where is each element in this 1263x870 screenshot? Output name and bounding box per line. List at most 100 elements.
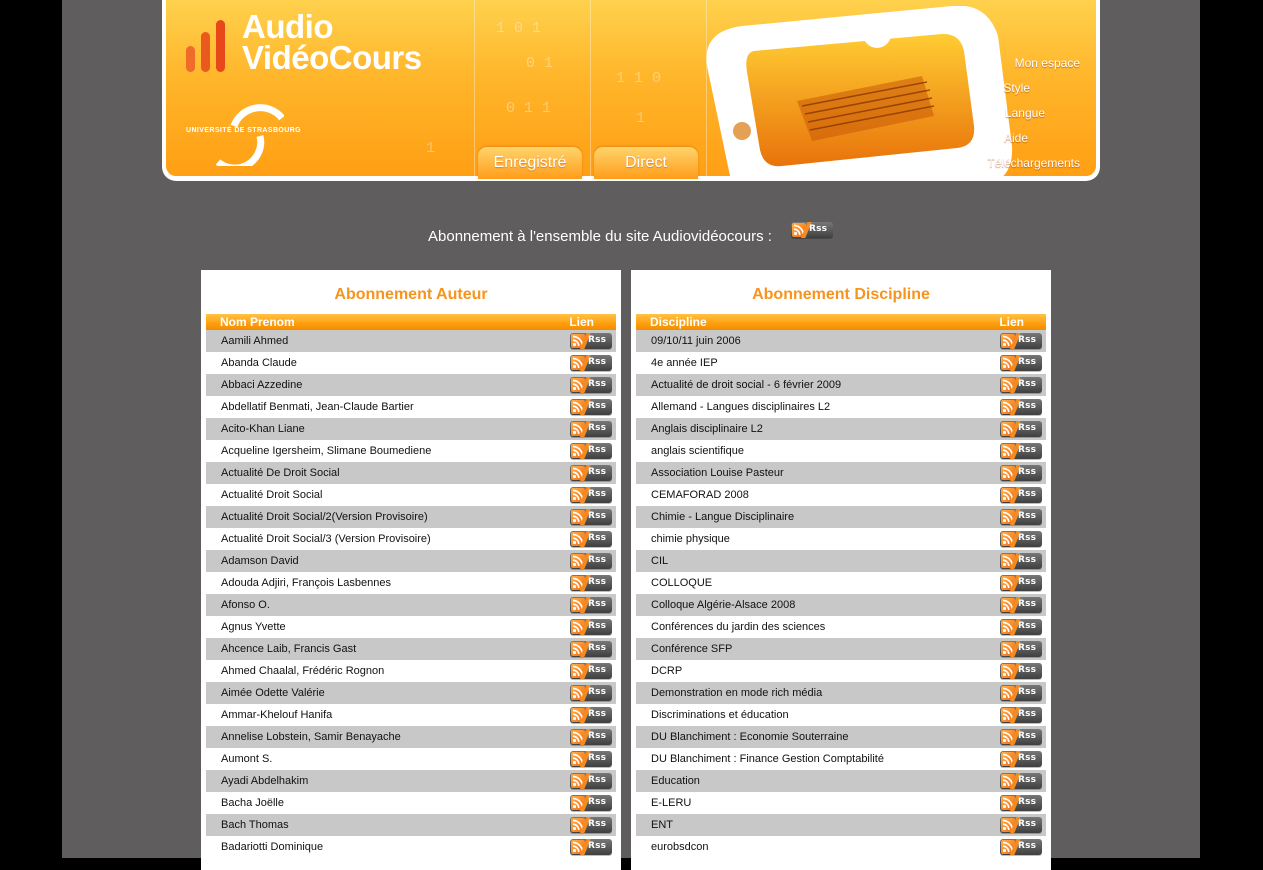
rss-subscribe-button[interactable]: Rss bbox=[570, 663, 612, 679]
rss-label: Rss bbox=[588, 621, 607, 631]
rss-subscribe-button[interactable]: Rss bbox=[570, 817, 612, 833]
menu-style[interactable]: Style bbox=[1003, 81, 1030, 95]
menu-aide[interactable]: Aide bbox=[1004, 131, 1028, 145]
rss-subscribe-button[interactable]: Rss bbox=[570, 641, 612, 657]
rss-subscribe-button[interactable]: Rss bbox=[1000, 795, 1042, 811]
rss-label: Rss bbox=[1018, 841, 1037, 851]
row-label: Association Louise Pasteur bbox=[651, 467, 784, 479]
rss-subscribe-button[interactable]: Rss bbox=[1000, 817, 1042, 833]
rss-subscribe-button[interactable]: Rss bbox=[570, 575, 612, 591]
rss-subscribe-button[interactable]: Rss bbox=[570, 333, 612, 349]
rss-link-cell: Rss bbox=[570, 509, 612, 528]
site-logo[interactable]: Audio VidéoCours bbox=[242, 10, 422, 74]
table-row: Conférences du jardin des sciences Rss bbox=[636, 616, 1046, 638]
rss-link-cell: Rss bbox=[1000, 707, 1042, 726]
rss-label: Rss bbox=[588, 489, 607, 499]
discipline-panel-title: Abonnement Discipline bbox=[752, 286, 930, 303]
rss-label: Rss bbox=[588, 687, 607, 697]
rss-subscribe-button[interactable]: Rss bbox=[1000, 839, 1042, 855]
rss-link-cell: Rss bbox=[570, 597, 612, 616]
rss-subscribe-button[interactable]: Rss bbox=[570, 729, 612, 745]
table-row: DCRP Rss bbox=[636, 660, 1046, 682]
rss-label: Rss bbox=[1018, 511, 1037, 521]
table-row: Actualité De Droit Social Rss bbox=[206, 462, 616, 484]
rss-subscribe-button[interactable]: Rss bbox=[1000, 333, 1042, 349]
rss-subscribe-button[interactable]: Rss bbox=[570, 597, 612, 613]
row-label: Allemand - Langues disciplinaires L2 bbox=[651, 401, 831, 413]
site-rss-button[interactable]: Rss bbox=[791, 222, 833, 238]
rss-subscribe-button[interactable]: Rss bbox=[1000, 509, 1042, 525]
rss-subscribe-button[interactable]: Rss bbox=[1000, 729, 1042, 745]
rss-subscribe-button[interactable]: Rss bbox=[570, 399, 612, 415]
table-row: E-LERU Rss bbox=[636, 792, 1046, 814]
rss-subscribe-button[interactable]: Rss bbox=[570, 553, 612, 569]
rss-subscribe-button[interactable]: Rss bbox=[570, 685, 612, 701]
row-label: anglais scientifique bbox=[651, 445, 744, 457]
menu-mon-espace[interactable]: Mon espace bbox=[1015, 56, 1080, 70]
table-row: Abanda Claude Rss bbox=[206, 352, 616, 374]
rss-link-cell: Rss bbox=[1000, 597, 1042, 616]
rss-subscribe-button[interactable]: Rss bbox=[1000, 773, 1042, 789]
rss-link-cell: Rss bbox=[1000, 355, 1042, 374]
rss-subscribe-button[interactable]: Rss bbox=[1000, 487, 1042, 503]
rss-subscribe-button[interactable]: Rss bbox=[1000, 751, 1042, 767]
row-label: CIL bbox=[651, 555, 669, 567]
row-label: Colloque Algérie-Alsace 2008 bbox=[651, 599, 796, 611]
rss-link-cell: Rss bbox=[570, 729, 612, 748]
rss-subscribe-button[interactable]: Rss bbox=[570, 795, 612, 811]
rss-link-cell: Rss bbox=[570, 333, 612, 352]
row-label: Chimie - Langue Disciplinaire bbox=[651, 511, 795, 523]
rss-label: Rss bbox=[588, 753, 607, 763]
table-row: Agnus Yvette Rss bbox=[206, 616, 616, 638]
table-row: Ammar-Khelouf Hanifa Rss bbox=[206, 704, 616, 726]
rss-label: Rss bbox=[1018, 687, 1037, 697]
rss-subscribe-button[interactable]: Rss bbox=[1000, 399, 1042, 415]
table-row: Allemand - Langues disciplinaires L2 Rss bbox=[636, 396, 1046, 418]
rss-link-cell: Rss bbox=[570, 619, 612, 638]
rss-subscribe-button[interactable]: Rss bbox=[570, 355, 612, 371]
rss-subscribe-button[interactable]: Rss bbox=[1000, 707, 1042, 723]
rss-subscribe-button[interactable]: Rss bbox=[1000, 465, 1042, 481]
tab-direct[interactable]: Direct bbox=[594, 147, 698, 179]
rss-subscribe-button[interactable]: Rss bbox=[570, 509, 612, 525]
rss-link-cell: Rss bbox=[570, 751, 612, 770]
rss-subscribe-button[interactable]: Rss bbox=[570, 465, 612, 481]
menu-langue[interactable]: Langue bbox=[1005, 106, 1045, 120]
row-label: Conférence SFP bbox=[651, 643, 733, 655]
rss-subscribe-button[interactable]: Rss bbox=[1000, 685, 1042, 701]
rss-subscribe-button[interactable]: Rss bbox=[570, 443, 612, 459]
tab-enregistre[interactable]: Enregistré bbox=[478, 147, 582, 179]
rss-subscribe-button[interactable]: Rss bbox=[570, 619, 612, 635]
rss-subscribe-button[interactable]: Rss bbox=[570, 421, 612, 437]
rss-subscribe-button[interactable]: Rss bbox=[570, 839, 612, 855]
rss-subscribe-button[interactable]: Rss bbox=[1000, 575, 1042, 591]
rss-subscribe-button[interactable]: Rss bbox=[1000, 619, 1042, 635]
rss-subscribe-button[interactable]: Rss bbox=[1000, 443, 1042, 459]
rss-subscribe-button[interactable]: Rss bbox=[1000, 355, 1042, 371]
row-label: Abanda Claude bbox=[221, 357, 297, 369]
row-label: ENT bbox=[651, 819, 673, 831]
rss-subscribe-button[interactable]: Rss bbox=[1000, 421, 1042, 437]
table-row: Actualité Droit Social Rss bbox=[206, 484, 616, 506]
rss-label: Rss bbox=[1018, 819, 1037, 829]
rss-subscribe-button[interactable]: Rss bbox=[1000, 553, 1042, 569]
rss-subscribe-button[interactable]: Rss bbox=[570, 377, 612, 393]
rss-link-cell: Rss bbox=[1000, 553, 1042, 572]
row-label: Education bbox=[651, 775, 700, 787]
rss-subscribe-button[interactable]: Rss bbox=[570, 751, 612, 767]
rss-subscribe-button[interactable]: Rss bbox=[1000, 377, 1042, 393]
rss-subscribe-button[interactable]: Rss bbox=[1000, 663, 1042, 679]
rss-subscribe-button[interactable]: Rss bbox=[1000, 531, 1042, 547]
rss-subscribe-button[interactable]: Rss bbox=[570, 487, 612, 503]
table-row: Actualité Droit Social/2(Version Proviso… bbox=[206, 506, 616, 528]
rss-label: Rss bbox=[1018, 621, 1037, 631]
rss-subscribe-button[interactable]: Rss bbox=[1000, 641, 1042, 657]
rss-label: Rss bbox=[1018, 577, 1037, 587]
menu-telechargements[interactable]: Téléchargements bbox=[987, 156, 1080, 170]
rss-subscribe-button[interactable]: Rss bbox=[570, 707, 612, 723]
rss-link-cell: Rss bbox=[570, 377, 612, 396]
rss-subscribe-button[interactable]: Rss bbox=[570, 531, 612, 547]
rss-subscribe-button[interactable]: Rss bbox=[570, 773, 612, 789]
rss-label: Rss bbox=[1018, 731, 1037, 741]
rss-subscribe-button[interactable]: Rss bbox=[1000, 597, 1042, 613]
